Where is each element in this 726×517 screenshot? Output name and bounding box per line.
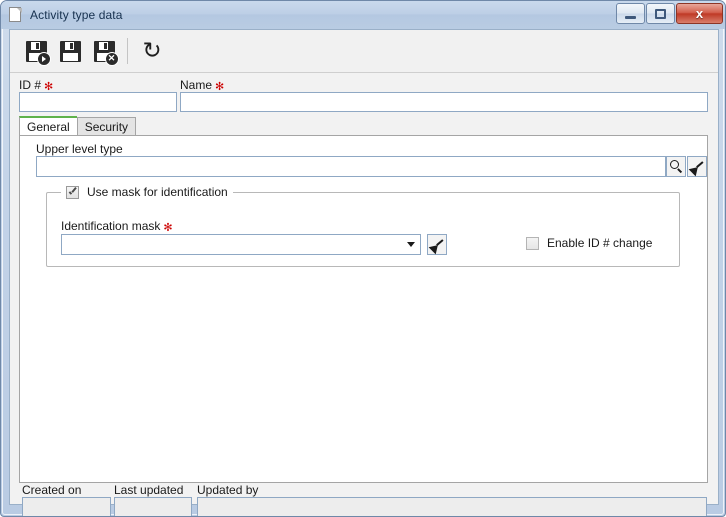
refresh-icon: ↻ xyxy=(142,37,162,64)
minimize-button[interactable] xyxy=(616,3,645,24)
use-mask-checkbox-row[interactable]: Use mask for identification xyxy=(61,184,233,200)
save-and-close-button[interactable]: ✕ xyxy=(87,34,121,68)
enable-id-change-label: Enable ID # change xyxy=(547,236,653,250)
window-controls: x xyxy=(615,3,723,24)
tab-general[interactable]: General xyxy=(19,116,77,135)
use-mask-group-box: Use mask for identification Identificati… xyxy=(46,184,680,267)
title-bar[interactable]: Activity type data x xyxy=(1,1,725,29)
save-and-new-button[interactable] xyxy=(19,34,53,68)
identification-mask-select[interactable] xyxy=(61,234,421,255)
name-field-label: Name ✻ xyxy=(180,78,224,92)
client-area: ✕ ↻ ID # ✻ Name ✻ General Security Upper… xyxy=(9,29,719,516)
name-label-text: Name xyxy=(180,78,213,92)
window-title: Activity type data xyxy=(30,8,123,22)
updated-by-input xyxy=(197,497,707,516)
floppy-disk-with-x-icon: ✕ xyxy=(93,40,119,66)
upper-level-type-input[interactable] xyxy=(36,156,666,177)
identification-mask-clear-button[interactable] xyxy=(427,234,447,255)
document-page-icon xyxy=(9,7,23,23)
checkmark-icon xyxy=(68,188,77,197)
last-updated-input xyxy=(114,497,192,516)
upper-level-type-clear-button[interactable] xyxy=(687,156,707,177)
required-marker-icon: ✻ xyxy=(163,220,173,234)
upper-level-type-label-text: Upper level type xyxy=(36,142,123,156)
broom-icon xyxy=(428,238,444,254)
updated-by-label: Updated by xyxy=(197,483,258,497)
restore-button[interactable] xyxy=(646,3,675,24)
tab-security[interactable]: Security xyxy=(76,117,137,135)
upper-level-type-search-button[interactable] xyxy=(666,156,686,177)
broom-icon xyxy=(688,160,704,176)
identification-mask-label: Identification mask ✻ xyxy=(61,219,173,233)
application-window: Activity type data x ✕ ↻ ID # ✻ Name ✻ G… xyxy=(0,0,726,517)
record-info-footer: Created on Last updated Updated by xyxy=(10,483,718,516)
toolbar-separator xyxy=(127,38,128,64)
created-on-label: Created on xyxy=(22,483,81,497)
floppy-disk-with-arrow-icon xyxy=(25,40,51,66)
name-input[interactable] xyxy=(180,92,708,112)
toolbar: ✕ ↻ xyxy=(10,30,718,73)
tab-strip: General Security xyxy=(19,116,708,135)
id-label-text: ID # xyxy=(19,78,42,92)
floppy-disk-icon xyxy=(59,40,81,62)
required-marker-icon: ✻ xyxy=(44,79,54,93)
created-on-input xyxy=(22,497,111,516)
updated-by-label-text: Updated by xyxy=(197,483,259,497)
upper-level-type-label: Upper level type xyxy=(36,142,123,156)
tab-general-label: General xyxy=(27,119,70,134)
save-button[interactable] xyxy=(53,34,87,68)
close-button[interactable]: x xyxy=(676,3,723,24)
enable-id-change-row[interactable]: Enable ID # change xyxy=(526,236,652,250)
use-mask-checkbox[interactable] xyxy=(66,185,79,199)
close-icon: x xyxy=(695,6,704,21)
enable-id-change-checkbox[interactable] xyxy=(526,236,539,250)
id-input[interactable] xyxy=(19,92,177,112)
magnifier-icon xyxy=(669,160,683,173)
refresh-button[interactable]: ↻ xyxy=(135,34,169,68)
required-marker-icon: ✻ xyxy=(215,79,225,93)
minimize-icon xyxy=(625,15,636,19)
chevron-down-icon xyxy=(407,242,415,247)
last-updated-label-text: Last updated xyxy=(114,483,184,497)
tab-panel-general: Upper level type Use mask for identifica… xyxy=(19,135,708,483)
restore-icon xyxy=(655,8,666,19)
id-field-label: ID # ✻ xyxy=(19,78,53,92)
last-updated-label: Last updated xyxy=(114,483,183,497)
tab-security-label: Security xyxy=(84,119,129,134)
identification-mask-label-text: Identification mask xyxy=(61,219,161,233)
use-mask-checkbox-label: Use mask for identification xyxy=(87,185,228,199)
created-on-label-text: Created on xyxy=(22,483,82,497)
